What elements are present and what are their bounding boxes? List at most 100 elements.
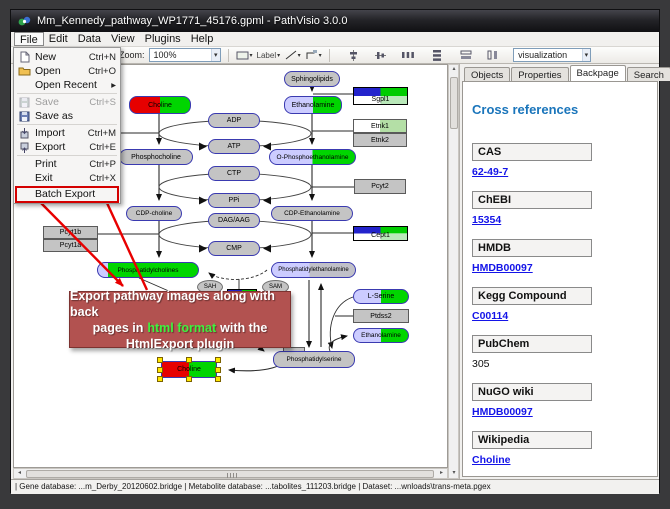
node-pcyt1a[interactable]: Pcyt1a xyxy=(43,239,98,252)
scroll-left-arrow[interactable]: ◂ xyxy=(14,469,25,478)
annotation-text: pages in xyxy=(93,320,144,336)
selected-node-choline[interactable]: Choline xyxy=(161,361,217,378)
selection-handle[interactable] xyxy=(186,376,192,382)
node-o-phosphoethanolamine[interactable]: O-Phosphoethanolamine xyxy=(269,149,356,165)
distribute-horizontal-button[interactable] xyxy=(399,48,416,63)
selection-handle[interactable] xyxy=(215,357,221,363)
xref-section-kegg: Kegg Compound C00114 xyxy=(472,287,657,324)
xref-section-pubchem: PubChem 305 xyxy=(472,335,657,372)
xref-link[interactable]: 15354 xyxy=(472,214,501,226)
xref-link[interactable]: HMDB00097 xyxy=(472,262,533,274)
xref-link[interactable]: HMDB00097 xyxy=(472,406,533,418)
status-bar: | Gene database: ...m_Derby_20120602.bri… xyxy=(11,479,659,494)
menu-item-shortcut: Ctrl+M xyxy=(88,128,116,139)
scroll-down-arrow[interactable]: ▾ xyxy=(449,469,459,478)
node-ctp[interactable]: CTP xyxy=(208,166,260,181)
selection-handle[interactable] xyxy=(157,357,163,363)
node-atp[interactable]: ATP xyxy=(208,139,260,154)
node-choline[interactable]: Choline xyxy=(129,96,191,114)
node-ppi[interactable]: PPi xyxy=(208,193,260,208)
window-title: Mm_Kennedy_pathway_WP1771_45176.gpml - P… xyxy=(37,15,347,27)
selection-handle[interactable] xyxy=(186,357,192,363)
node-sphingolipids[interactable]: Sphingolipids xyxy=(284,71,340,87)
tab-properties[interactable]: Properties xyxy=(511,67,568,81)
selection-handle[interactable] xyxy=(157,367,163,373)
menu-item-shortcut: Ctrl+E xyxy=(89,142,116,153)
menu-item-export[interactable]: Export Ctrl+E xyxy=(14,140,120,154)
node-phosphatidylethanolamine[interactable]: Phosphatidylethanolamine xyxy=(271,262,356,278)
distribute-vertical-button[interactable] xyxy=(428,48,445,63)
node-cmp[interactable]: CMP xyxy=(208,241,260,256)
menu-item-shortcut: Ctrl+P xyxy=(89,159,116,170)
node-ptdss2[interactable]: Ptdss2 xyxy=(353,309,409,323)
selection-handle[interactable] xyxy=(215,376,221,382)
new-datanode-button[interactable]: ▾ xyxy=(236,48,253,63)
menu-item-exit[interactable]: Exit Ctrl+X xyxy=(14,171,120,185)
node-ethanolamine-right[interactable]: Ethanolamine xyxy=(353,328,409,343)
align-horizontal-center-button[interactable] xyxy=(345,48,362,63)
menu-item-import[interactable]: Import Ctrl+M xyxy=(14,126,120,140)
menu-edit[interactable]: Edit xyxy=(44,32,73,46)
horizontal-scrollbar[interactable]: ◂ ▸ xyxy=(13,468,448,479)
new-connector-button[interactable]: ▾ xyxy=(305,48,322,63)
xref-link[interactable]: Choline xyxy=(472,454,511,466)
menu-data[interactable]: Data xyxy=(73,32,106,46)
scrollbar-grip xyxy=(227,473,237,478)
menu-item-label: Exit xyxy=(32,172,89,184)
common-height-button[interactable] xyxy=(484,48,501,63)
node-etnk1[interactable]: Etnk1 xyxy=(353,119,407,133)
no-icon xyxy=(17,79,32,91)
zoom-combobox[interactable]: 100% ▾ xyxy=(149,48,221,62)
menu-separator xyxy=(17,155,117,156)
visualization-combobox[interactable]: visualization ▾ xyxy=(513,48,591,62)
scroll-right-arrow[interactable]: ▸ xyxy=(436,469,447,478)
menu-item-print[interactable]: Print Ctrl+P xyxy=(14,157,120,171)
align-vertical-center-button[interactable] xyxy=(372,48,389,63)
node-phosphatidylserine[interactable]: Phosphatidylserine xyxy=(273,351,355,368)
menu-plugins[interactable]: Plugins xyxy=(140,32,186,46)
node-pcyt1b[interactable]: Pcyt1b xyxy=(43,226,98,239)
menu-item-open[interactable]: Open Ctrl+O xyxy=(14,64,120,78)
selection-handle[interactable] xyxy=(215,367,221,373)
side-panel: Objects Properties Backpage Search Legen… xyxy=(459,64,659,479)
new-label-button[interactable]: Label ▾ xyxy=(257,48,281,63)
menu-item-save-as[interactable]: Save as xyxy=(14,109,120,123)
title-bar[interactable]: Mm_Kennedy_pathway_WP1771_45176.gpml - P… xyxy=(11,10,659,32)
menu-help[interactable]: Help xyxy=(186,32,219,46)
scroll-up-arrow[interactable]: ▴ xyxy=(449,65,459,74)
node-sgpl1[interactable]: Sgpl1 xyxy=(353,87,408,105)
node-etnk2[interactable]: Etnk2 xyxy=(353,133,407,147)
common-width-button[interactable] xyxy=(457,48,474,63)
node-l-serine[interactable]: L-Serine xyxy=(353,289,409,304)
vertical-scrollbar-thumb[interactable] xyxy=(450,77,458,129)
node-pcyt2[interactable]: Pcyt2 xyxy=(354,179,406,194)
menu-item-open-recent[interactable]: Open Recent ▸ xyxy=(14,78,120,92)
xref-link[interactable]: C00114 xyxy=(472,310,508,322)
chevron-down-icon: ▾ xyxy=(250,52,253,59)
horizontal-scrollbar-thumb[interactable] xyxy=(26,470,434,478)
menu-file[interactable]: File xyxy=(14,32,44,46)
node-dag-aag[interactable]: DAG/AAG xyxy=(208,213,260,228)
selection-handle[interactable] xyxy=(157,376,163,382)
node-phosphatidylcholines[interactable]: Phosphatidylcholines xyxy=(97,262,199,278)
chevron-down-icon: ▾ xyxy=(298,52,301,59)
node-phosphocholine[interactable]: Phosphocholine xyxy=(119,149,193,165)
xref-database-header: Kegg Compound xyxy=(472,287,592,305)
new-line-button[interactable]: ▾ xyxy=(284,48,301,63)
xref-database-header: NuGO wiki xyxy=(472,383,592,401)
menu-view[interactable]: View xyxy=(106,32,140,46)
xref-link[interactable]: 62-49-7 xyxy=(472,166,508,178)
menu-item-save[interactable]: Save Ctrl+S xyxy=(14,95,120,109)
menu-separator xyxy=(17,93,117,94)
tab-search[interactable]: Search xyxy=(627,67,670,81)
node-cept1[interactable]: Cept1 xyxy=(353,226,408,241)
tab-backpage[interactable]: Backpage xyxy=(570,65,626,81)
node-adp[interactable]: ADP xyxy=(208,113,260,128)
tab-objects[interactable]: Objects xyxy=(464,67,510,81)
node-cdp-ethanolamine[interactable]: CDP-Ethanolamine xyxy=(271,206,353,221)
node-ethanolamine[interactable]: Ethanolamine xyxy=(284,96,342,114)
chevron-down-icon: ▾ xyxy=(582,49,591,61)
menu-item-shortcut: Ctrl+N xyxy=(89,52,116,63)
menu-item-new[interactable]: New Ctrl+N xyxy=(14,50,120,64)
node-cdp-choline[interactable]: CDP-choline xyxy=(126,206,182,221)
